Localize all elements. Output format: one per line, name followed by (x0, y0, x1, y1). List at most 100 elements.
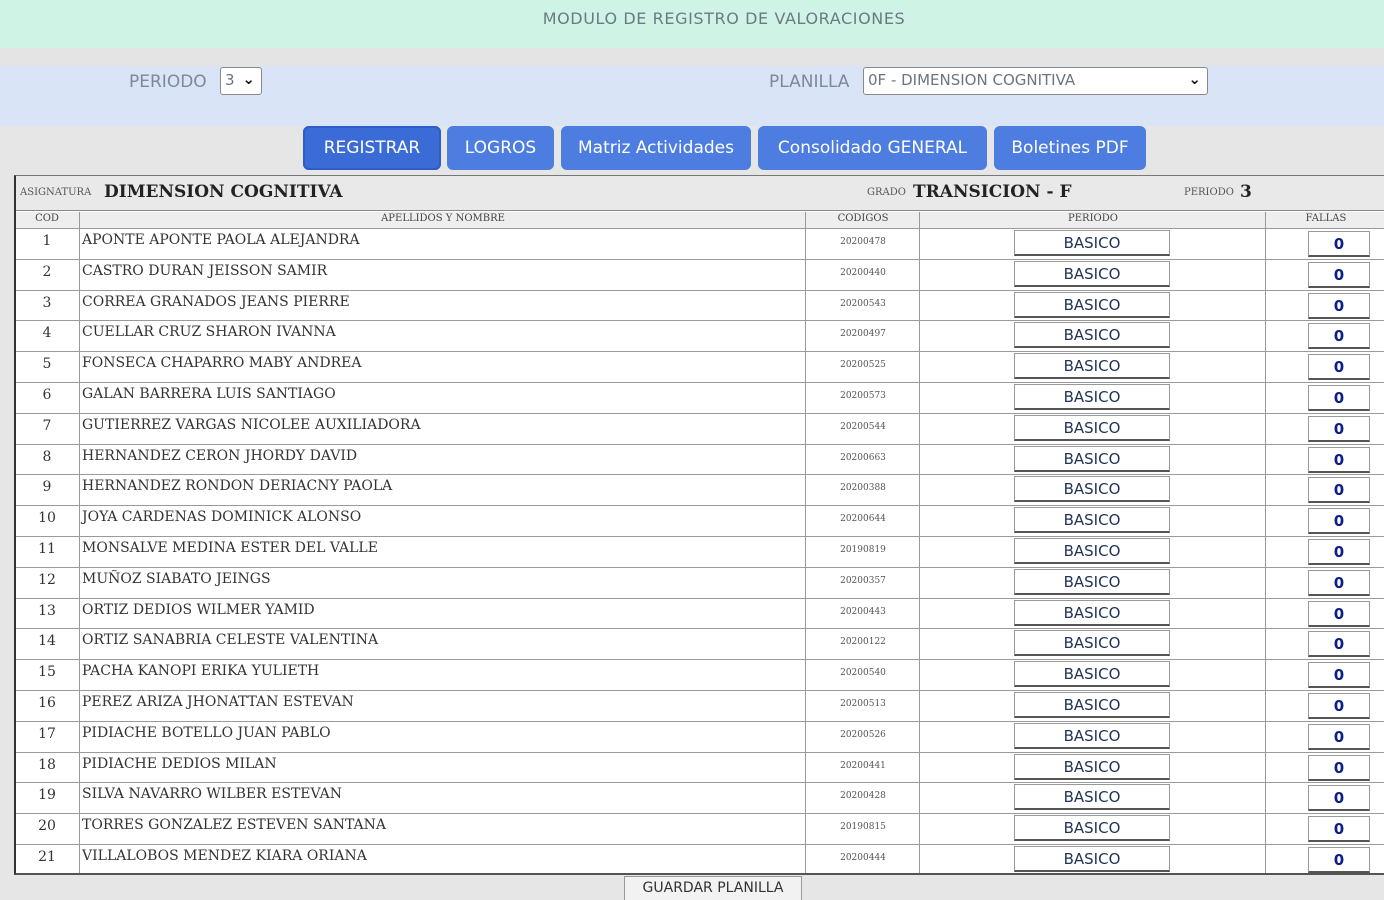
grade-field[interactable]: BASICO (1014, 568, 1170, 595)
row-number: 11 (38, 540, 56, 557)
table-row: 20 TORRES GONZALEZ ESTEVEN SANTANA 2019081… (16, 814, 1384, 845)
absences-field[interactable]: 0 (1308, 569, 1370, 596)
student-name: CORREA GRANADOS JEANS PIERRE (82, 293, 350, 310)
achievements-button[interactable]: LOGROS (447, 126, 554, 170)
grade-field[interactable]: BASICO (1014, 753, 1170, 780)
row-number: 15 (38, 664, 56, 681)
row-number: 9 (42, 479, 52, 496)
absences-field[interactable]: 0 (1308, 631, 1370, 658)
save-sheet-button[interactable]: GUARDAR PLANILLA (624, 876, 802, 900)
absences-field[interactable]: 0 (1308, 446, 1370, 473)
header-bar: MODULO DE REGISTRO DE VALORACIONES (0, 0, 1384, 48)
grade-field[interactable]: BASICO (1014, 599, 1170, 626)
table-row: 4 CUELLAR CRUZ SHARON IVANNA 20200497 BASIC… (16, 321, 1384, 353)
row-number: 17 (38, 725, 56, 742)
grade-field[interactable]: BASICO (1014, 815, 1170, 842)
activity-matrix-button[interactable]: Matriz Actividades (561, 126, 751, 170)
student-code: 20200644 (840, 514, 886, 525)
table-row: 5 FONSECA CHAPARRO MABY ANDREA 20200525 BAS… (16, 352, 1384, 383)
student-name: ORTIZ DEDIOS WILMER YAMID (82, 601, 315, 618)
absences-field[interactable]: 0 (1308, 846, 1370, 873)
table-row: 16 PEREZ ARIZA JHONATTAN ESTEVAN 20200513 B… (16, 691, 1384, 722)
absences-field[interactable]: 0 (1308, 477, 1370, 504)
grade-field[interactable]: BASICO (1014, 383, 1170, 410)
absences-field[interactable]: 0 (1308, 816, 1370, 843)
period-info-value: 3 (1240, 182, 1252, 202)
grade-field[interactable]: BASICO (1014, 322, 1170, 349)
grade-field[interactable]: BASICO (1014, 691, 1170, 718)
grade-field[interactable]: BASICO (1014, 537, 1170, 564)
grade-field[interactable]: BASICO (1014, 445, 1170, 472)
absences-field[interactable]: 0 (1308, 415, 1370, 442)
table-row: 17 PIDIACHE BOTELLO JUAN PABLO 20200526 BAS… (16, 722, 1384, 753)
grade-field[interactable]: BASICO (1014, 476, 1170, 503)
table-row: 14 ORTIZ SANABRIA CELESTE VALENTINA 202001… (16, 629, 1384, 661)
grade-field[interactable]: BASICO (1014, 507, 1170, 534)
chevron-down-icon: ⌄ (1188, 70, 1201, 88)
absences-field[interactable]: 0 (1308, 323, 1370, 350)
col-code-header: CODIGOS (837, 213, 889, 224)
absences-field[interactable]: 0 (1308, 261, 1370, 288)
row-number: 8 (42, 448, 52, 465)
pdf-reports-button[interactable]: Boletines PDF (994, 126, 1146, 170)
student-name: PEREZ ARIZA JHONATTAN ESTEVAN (82, 693, 354, 710)
absences-field[interactable]: 0 (1308, 600, 1370, 627)
absences-field[interactable]: 0 (1308, 754, 1370, 781)
absences-field[interactable]: 0 (1308, 231, 1370, 257)
grade-field[interactable]: BASICO (1014, 414, 1170, 441)
student-name: SILVA NAVARRO WILBER ESTEVAN (82, 786, 343, 803)
absences-field[interactable]: 0 (1308, 508, 1370, 535)
general-summary-button-label: Consolidado GENERAL (777, 138, 968, 158)
register-button[interactable]: REGISTRAR (303, 126, 441, 170)
table-row: 6 GALAN BARRERA LUIS SANTIAGO 20200573 BASI… (16, 383, 1384, 414)
header-separator (0, 48, 1384, 66)
row-number: 5 (42, 356, 52, 373)
table-row: 12 MUÑOZ SIABATO JEINGS 20200357 BASICO 0 (16, 568, 1384, 599)
grade-field[interactable]: BASICO (1014, 661, 1170, 688)
student-code: 20200663 (840, 452, 886, 463)
page-title: MODULO DE REGISTRO DE VALORACIONES (542, 9, 906, 28)
col-period-header: PERIODO (1068, 213, 1118, 224)
general-summary-button[interactable]: Consolidado GENERAL (758, 126, 987, 170)
grade-field[interactable]: BASICO (1014, 353, 1170, 380)
grade-field[interactable]: BASICO (1014, 260, 1170, 287)
table-row: 19 SILVA NAVARRO WILBER ESTEVAN 20200428 BA… (16, 783, 1384, 815)
student-name: GUTIERREZ VARGAS NICOLEE AUXILIADORA (82, 416, 421, 433)
student-code: 20200543 (840, 298, 886, 309)
row-number: 19 (38, 787, 56, 804)
grade-field[interactable]: BASICO (1014, 291, 1170, 318)
student-name: VILLALOBOS MENDEZ KIARA ORIANA (82, 847, 367, 864)
chevron-down-icon: ⌄ (242, 70, 255, 88)
grade-label: GRADO (867, 187, 906, 198)
absences-field[interactable]: 0 (1308, 354, 1370, 381)
absences-field[interactable]: 0 (1308, 538, 1370, 565)
absences-field[interactable]: 0 (1308, 785, 1370, 812)
table-row: 9 HERNANDEZ RONDON DERIACNY PAOLA 20200388… (16, 475, 1384, 507)
grade-field[interactable]: BASICO (1014, 845, 1170, 872)
table-row: 18 PIDIACHE DEDIOS MILAN 20200441 BASICO 0 (16, 753, 1384, 784)
student-code: 20200478 (840, 237, 886, 247)
row-number: 21 (38, 848, 56, 865)
row-number: 16 (38, 694, 56, 711)
grade-value: TRANSICION - F (913, 182, 1072, 202)
row-number: 12 (38, 571, 56, 588)
row-number: 2 (42, 263, 52, 280)
achievements-button-label: LOGROS (464, 138, 537, 158)
table-row: 8 HERNANDEZ CERON JHORDY DAVID 20200663 BAS… (16, 445, 1384, 476)
sheet-select[interactable]: 0F - DIMENSION COGNITIVA ⌄ (863, 67, 1208, 95)
student-code: 20200513 (840, 698, 886, 709)
absences-field[interactable]: 0 (1308, 384, 1370, 411)
absences-field[interactable]: 0 (1308, 692, 1370, 719)
student-name: CASTRO DURAN JEISSON SAMIR (82, 262, 328, 279)
grade-field[interactable]: BASICO (1014, 630, 1170, 657)
grade-field[interactable]: BASICO (1014, 784, 1170, 811)
student-name: FONSECA CHAPARRO MABY ANDREA (82, 355, 362, 372)
student-code: 20200444 (840, 852, 886, 863)
absences-field[interactable]: 0 (1308, 662, 1370, 689)
table-row: 7 GUTIERREZ VARGAS NICOLEE AUXILIADORA 202… (16, 414, 1384, 445)
period-select[interactable]: 3 ⌄ (220, 67, 262, 95)
absences-field[interactable]: 0 (1308, 723, 1370, 750)
absences-field[interactable]: 0 (1308, 292, 1370, 319)
grade-field[interactable]: BASICO (1014, 722, 1170, 749)
grade-field[interactable]: BASICO (1014, 230, 1170, 256)
